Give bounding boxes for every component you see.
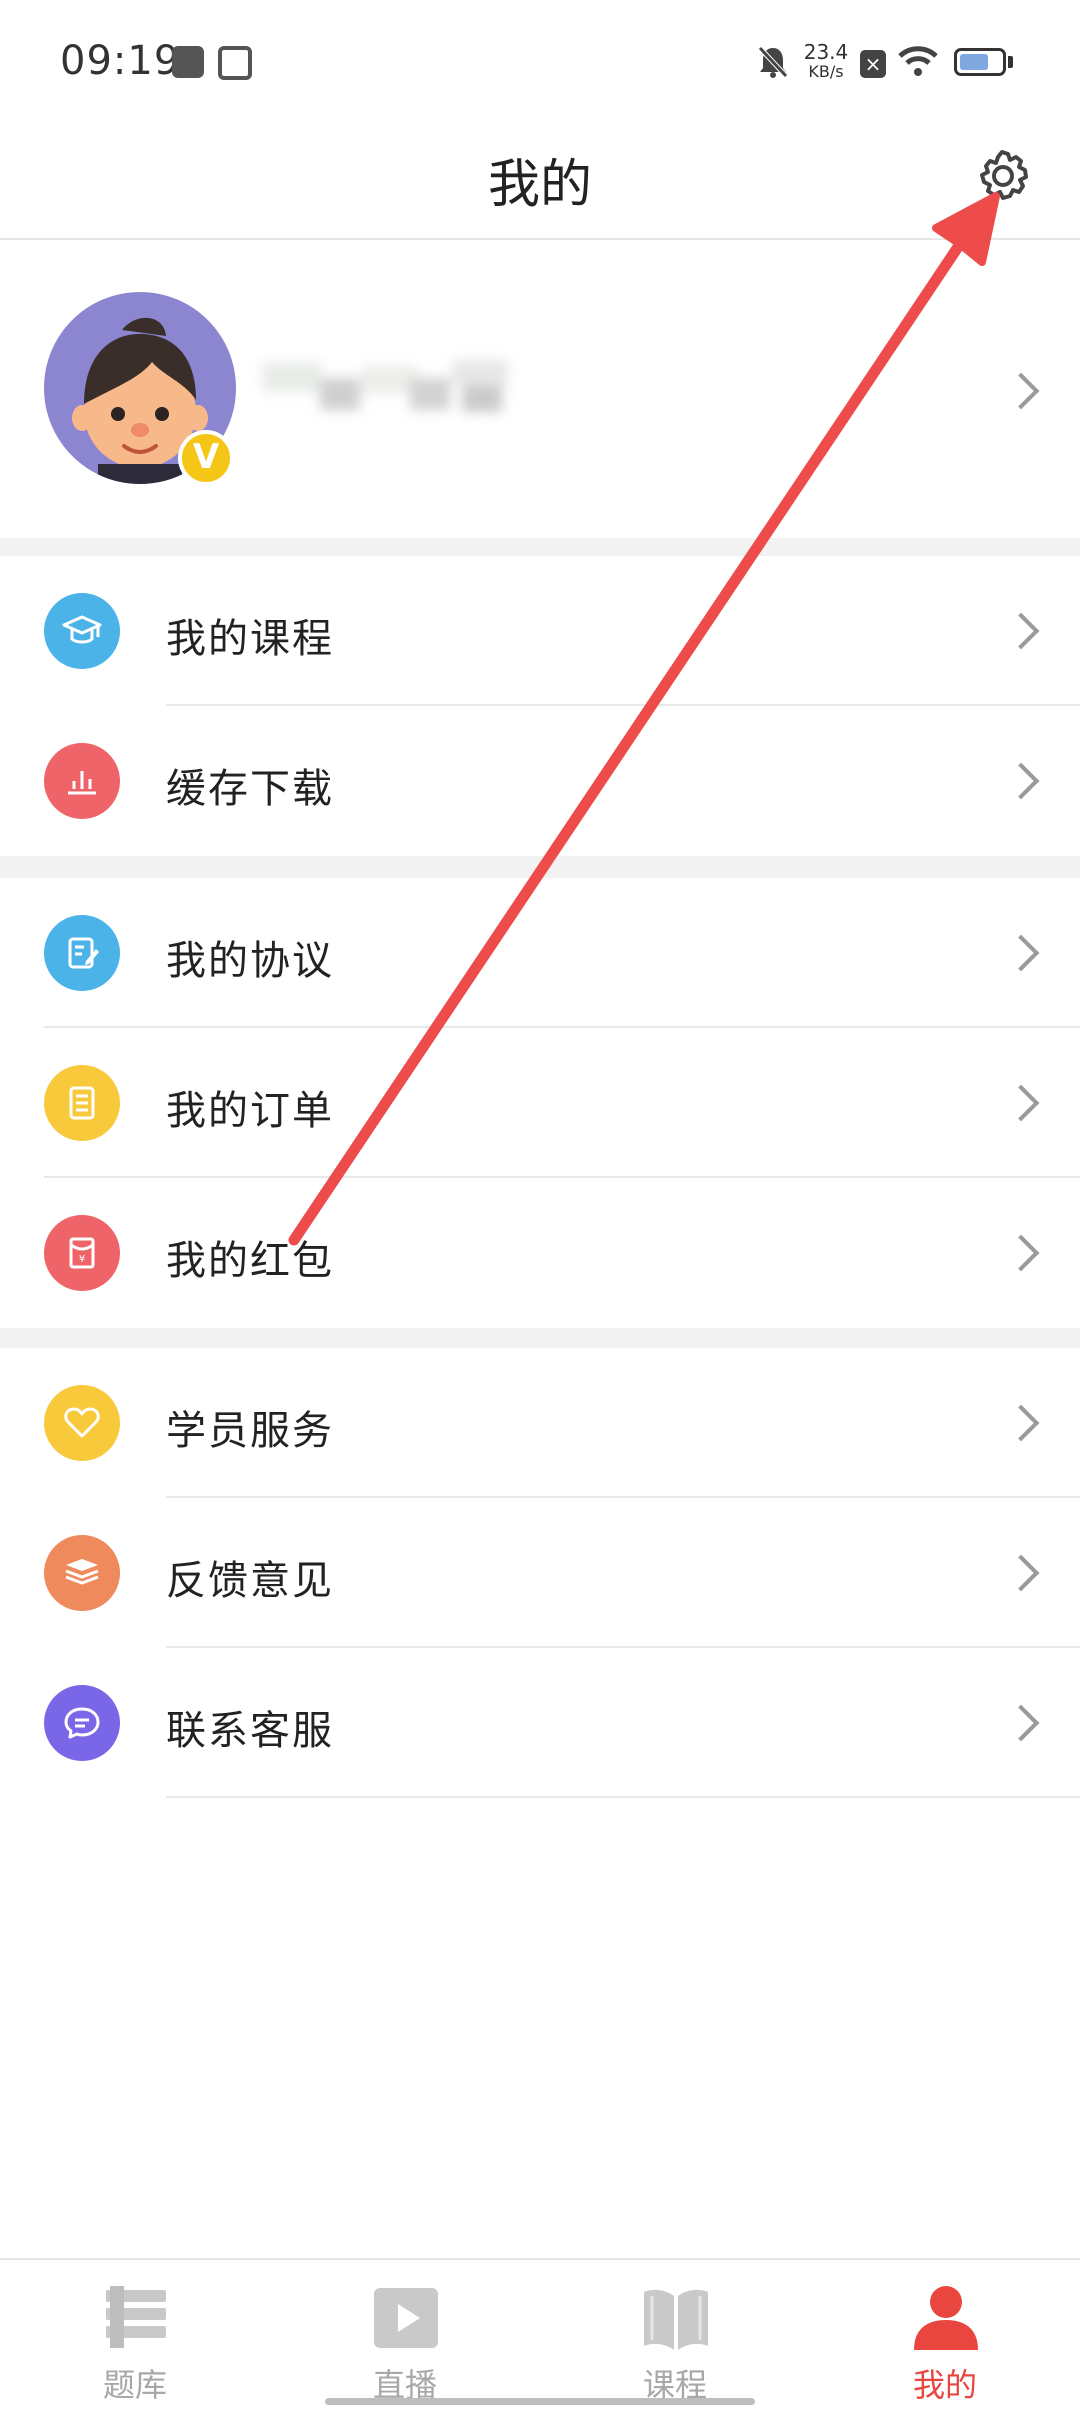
- menu-item-student-services[interactable]: 学员服务: [0, 1348, 1080, 1498]
- mute-bell-icon: [758, 46, 788, 78]
- menu-item-label: 我的订单: [166, 1088, 334, 1134]
- menu-item-my-agreements[interactable]: 我的协议: [0, 878, 1080, 1028]
- top-header: 我的: [0, 120, 1080, 240]
- tab-me[interactable]: 我的: [810, 2260, 1080, 2410]
- network-speed-unit: KB/s: [808, 62, 844, 81]
- menu-item-my-red-envelopes[interactable]: ¥ 我的红包: [0, 1178, 1080, 1328]
- chevron-right-icon: [1002, 372, 1040, 410]
- red-envelope-icon: ¥: [44, 1215, 120, 1291]
- calendar-notification-icon: [218, 46, 252, 80]
- wifi-icon: [898, 46, 938, 76]
- chevron-right-icon: [1002, 1704, 1040, 1742]
- graduation-cap-icon: [44, 593, 120, 669]
- gear-icon: [980, 150, 1028, 200]
- chevron-right-icon: [1002, 1084, 1040, 1122]
- chevron-right-icon: [1002, 612, 1040, 650]
- menu-item-label: 我的课程: [166, 616, 334, 662]
- menu-item-my-orders[interactable]: 我的订单: [0, 1028, 1080, 1178]
- svg-text:¥: ¥: [79, 1254, 85, 1265]
- home-indicator[interactable]: [325, 2398, 755, 2405]
- tab-live[interactable]: 直播: [270, 2260, 540, 2410]
- chevron-right-icon: [1002, 1234, 1040, 1272]
- menu-item-feedback[interactable]: 反馈意见: [0, 1498, 1080, 1648]
- book-icon: [644, 2289, 708, 2350]
- menu-item-label: 反馈意见: [166, 1558, 334, 1604]
- profile-card[interactable]: V: [0, 240, 1080, 538]
- tab-courses[interactable]: 课程: [540, 2260, 810, 2410]
- bar-chart-icon: [44, 743, 120, 819]
- heart-icon: [44, 1385, 120, 1461]
- chevron-right-icon: [1002, 762, 1040, 800]
- page-title: 我的: [487, 155, 592, 215]
- chevron-right-icon: [1002, 934, 1040, 972]
- chat-bubble-icon: [44, 1685, 120, 1761]
- sim-disabled-icon: ×: [860, 50, 886, 78]
- notification-icon: [172, 46, 204, 78]
- section-gap: [0, 856, 1080, 878]
- battery-level: [960, 54, 988, 70]
- menu-item-cache-download[interactable]: 缓存下载: [0, 706, 1080, 856]
- network-speed-value: 23.4: [803, 40, 849, 64]
- chevron-right-icon: [1002, 1554, 1040, 1592]
- menu-item-label: 联系客服: [166, 1708, 334, 1754]
- menu-item-contact-support[interactable]: 联系客服: [0, 1648, 1080, 1798]
- battery-tip: [1008, 56, 1013, 68]
- tab-question-bank[interactable]: 题库: [0, 2260, 270, 2410]
- document-edit-icon: [44, 915, 120, 991]
- vip-badge: V: [178, 430, 234, 486]
- divider: [166, 1796, 1080, 1798]
- tab-label: 题库: [102, 2366, 167, 2404]
- menu-item-my-courses[interactable]: 我的课程: [0, 556, 1080, 706]
- list-icon: [44, 1065, 120, 1141]
- username-blurred: [262, 352, 512, 422]
- status-time: 09:19: [60, 38, 181, 84]
- menu-item-label: 缓存下载: [166, 766, 334, 812]
- user-icon: [914, 2286, 978, 2350]
- tab-label: 我的: [912, 2366, 977, 2404]
- bottom-nav: 题库 直播 课程 我的: [0, 2258, 1080, 2410]
- network-speed: 23.4 KB/s: [800, 42, 852, 82]
- menu-item-label: 我的红包: [166, 1238, 334, 1284]
- status-bar: 09:19 23.4 KB/s ×: [0, 0, 1080, 120]
- settings-button[interactable]: [970, 144, 1034, 208]
- section-gap: [0, 1328, 1080, 1348]
- chevron-right-icon: [1002, 1404, 1040, 1442]
- stack-icon: [44, 1535, 120, 1611]
- menu-item-label: 学员服务: [166, 1408, 334, 1454]
- play-icon: [374, 2288, 438, 2348]
- question-bank-icon: [106, 2286, 166, 2348]
- section-gap: [0, 538, 1080, 556]
- menu-item-label: 我的协议: [166, 938, 334, 984]
- battery-icon: [954, 48, 1006, 76]
